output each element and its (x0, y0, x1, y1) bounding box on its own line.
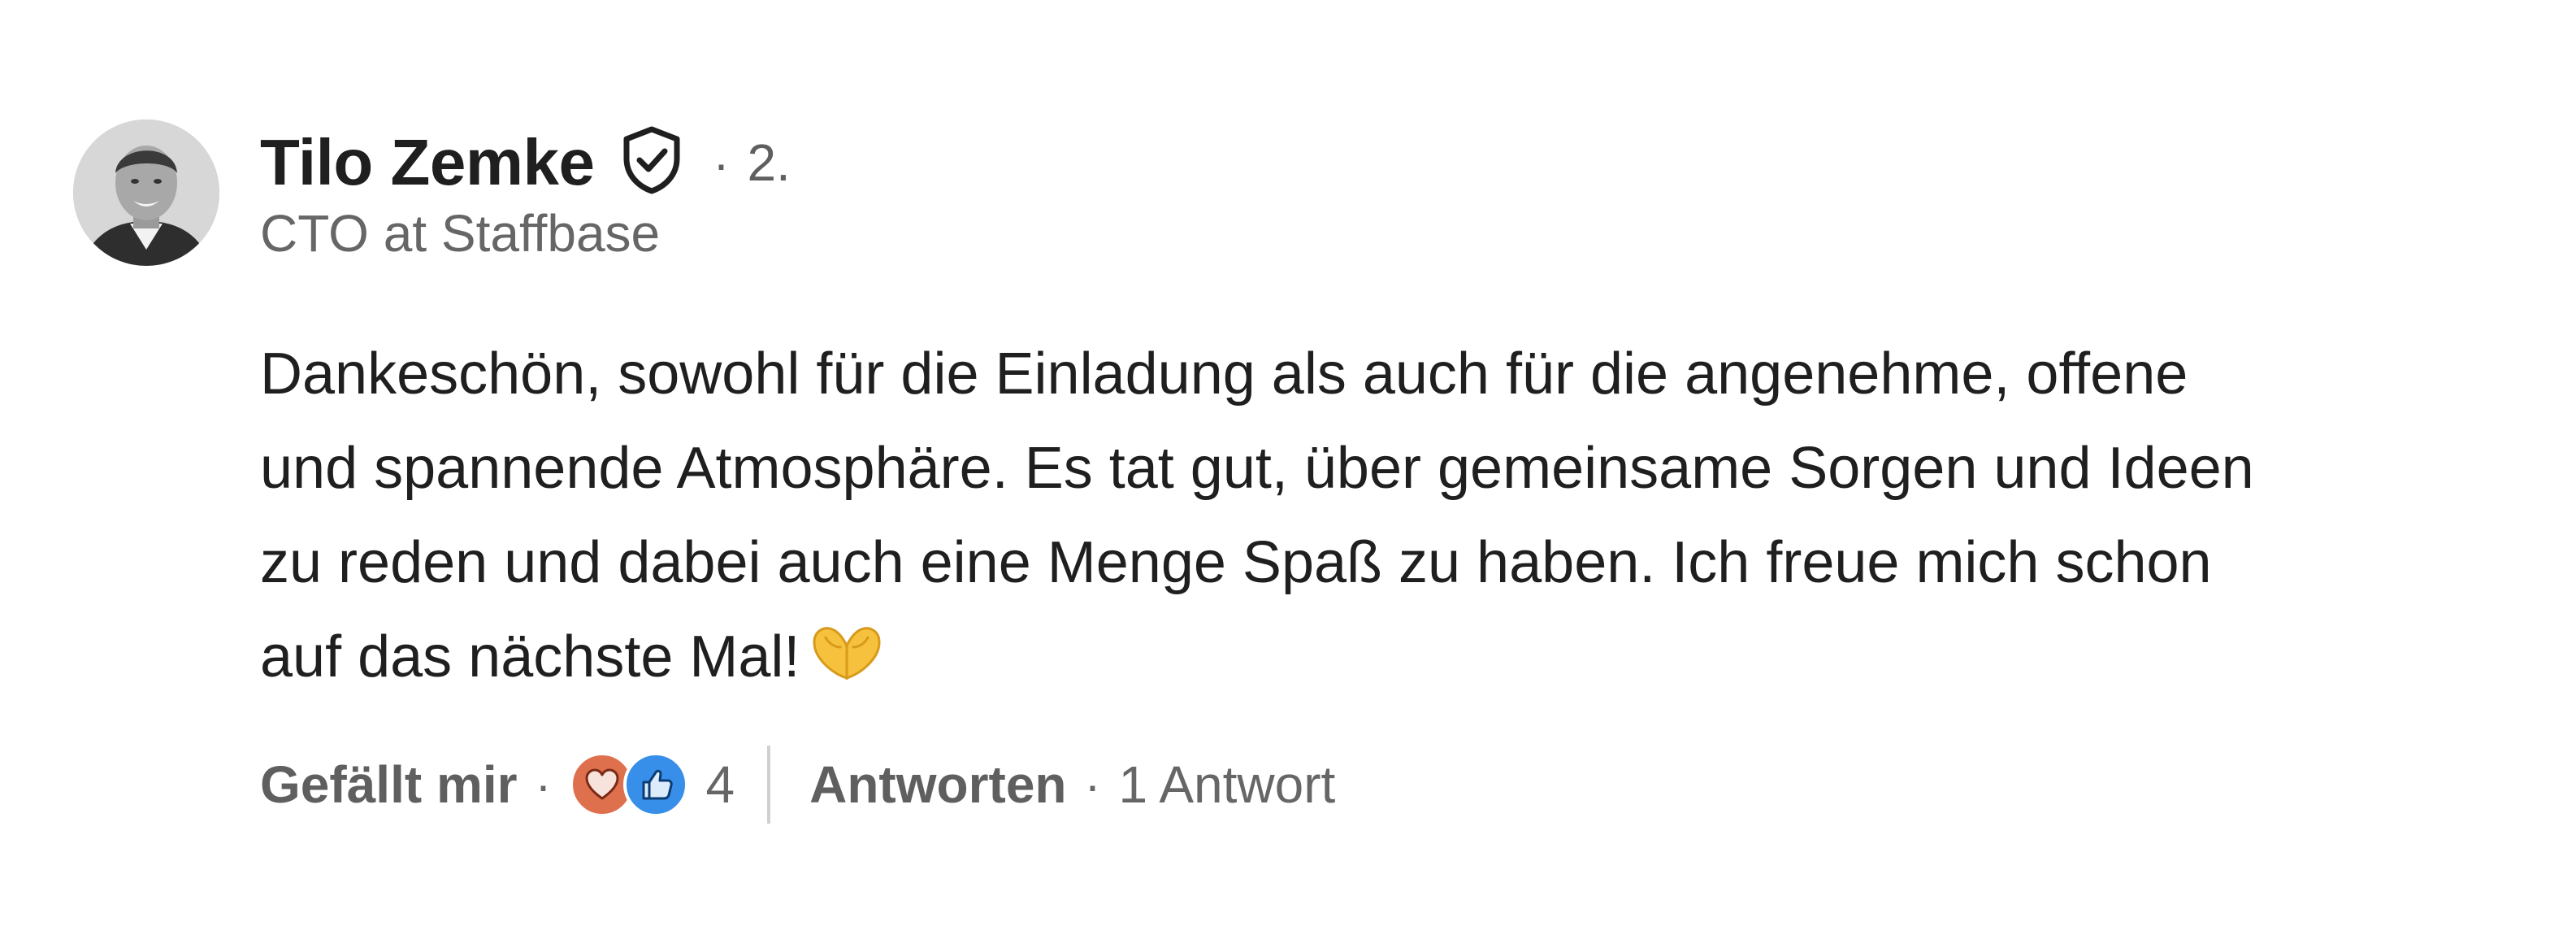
author-line: Tilo Zemke · 2. (260, 122, 791, 203)
reactions-summary[interactable]: 4 (569, 752, 735, 817)
comment-body-line: und spannende Atmosphäre. Es tat gut, üb… (260, 436, 2254, 501)
action-separator: · (1084, 757, 1101, 812)
verified-shield-icon (617, 124, 687, 194)
degree-separator: · (713, 137, 730, 191)
connection-degree: · 2. (713, 133, 790, 193)
like-reaction-icon (622, 752, 688, 817)
comment-body-line: Dankeschön, sowohl für die Einladung als… (260, 341, 2188, 407)
actions-divider (767, 746, 771, 824)
reply-button[interactable]: Antworten (809, 755, 1066, 815)
comment-body-line-text: auf das nächste Mal! (260, 624, 800, 689)
action-separator: · (535, 757, 552, 812)
comment-body-line: zu reden und dabei auch eine Menge Spaß … (260, 530, 2212, 595)
avatar-photo (73, 120, 219, 266)
reaction-count[interactable]: 4 (706, 755, 735, 815)
reply-count-link[interactable]: 1 Antwort (1119, 755, 1336, 815)
comment-body-line-last: auf das nächste Mal! (260, 610, 2519, 704)
comment: Tilo Zemke · 2. CTO at Staffbase Dankesch… (0, 0, 2576, 935)
heart-hands-emoji-icon (808, 618, 886, 683)
comment-body: Dankeschön, sowohl für die Einladung als… (260, 327, 2519, 704)
author-name[interactable]: Tilo Zemke (260, 125, 595, 200)
author-avatar[interactable] (73, 120, 219, 266)
author-headline: CTO at Staffbase (260, 204, 661, 263)
degree-value: 2. (747, 133, 791, 192)
comment-actions: Gefällt mir · 4 Antworten · 1 Antwort (260, 744, 1335, 825)
like-button[interactable]: Gefällt mir (260, 755, 518, 815)
